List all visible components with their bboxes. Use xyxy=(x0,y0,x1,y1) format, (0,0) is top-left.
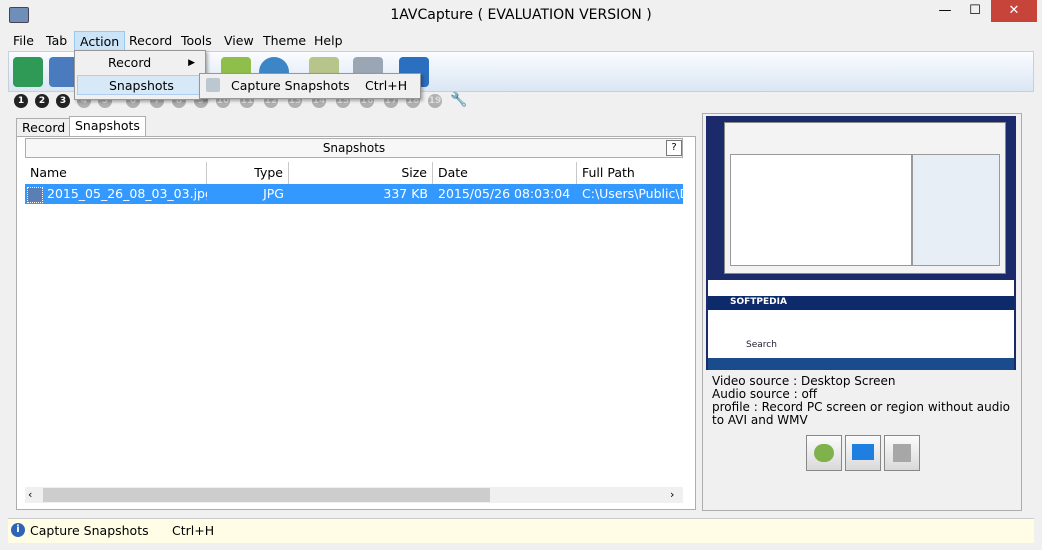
profile-line-2: to AVI and WMV xyxy=(712,413,808,427)
minimize-button[interactable]: — xyxy=(930,0,960,22)
dropdown-snapshots[interactable]: Snapshots xyxy=(77,75,201,95)
status-bar xyxy=(8,518,1034,543)
grid-header: Name Type Size Date Full Path xyxy=(25,162,683,185)
grid-help-button[interactable]: ? xyxy=(666,140,682,156)
stamp-icon[interactable] xyxy=(884,435,920,471)
image-file-icon xyxy=(27,187,43,203)
status-text: Capture Snapshots xyxy=(30,523,149,538)
preset-2[interactable]: 2 xyxy=(35,94,49,108)
menu-theme[interactable]: Theme xyxy=(258,31,311,51)
preset-3[interactable]: 3 xyxy=(56,94,70,108)
menu-tab[interactable]: Tab xyxy=(41,31,72,51)
tab-record[interactable]: Record xyxy=(16,118,72,137)
submenu-arrow-icon: ▶ xyxy=(188,58,195,68)
col-name[interactable]: Name xyxy=(25,162,207,184)
window-title: 1AVCapture ( EVALUATION VERSION ) xyxy=(390,7,652,23)
col-size[interactable]: Size xyxy=(289,162,433,184)
preset-19[interactable]: 19 xyxy=(428,94,442,108)
row-type: JPG xyxy=(263,186,284,201)
menu-file[interactable]: File xyxy=(8,31,39,51)
snapshot-preview-image: SOFTPEDIA Search xyxy=(706,116,1016,370)
menu-action[interactable]: Action xyxy=(74,31,126,51)
capture-snapshots-item[interactable]: Capture Snapshots xyxy=(231,78,350,93)
col-full-path[interactable]: Full Path xyxy=(577,162,683,184)
preview-brand: SOFTPEDIA xyxy=(730,297,787,307)
row-size: 337 KB xyxy=(383,186,428,201)
maximize-button[interactable]: ☐ xyxy=(960,0,990,22)
menu-tools[interactable]: Tools xyxy=(176,31,217,51)
row-path: C:\Users\Public\D xyxy=(582,186,683,201)
scroll-right-icon[interactable]: › xyxy=(670,488,674,501)
row-date: 2015/05/26 08:03:04 xyxy=(438,186,571,201)
menu-record[interactable]: Record xyxy=(124,31,177,51)
scroll-left-icon[interactable]: ‹ xyxy=(28,488,32,501)
capture-icon xyxy=(206,78,220,92)
menu-bar: File Tab Action Record Tools View Theme … xyxy=(8,31,1034,51)
capture-shortcut: Ctrl+H xyxy=(365,78,408,93)
menu-help[interactable]: Help xyxy=(309,31,348,51)
screens-icon[interactable] xyxy=(845,435,881,471)
col-type[interactable]: Type xyxy=(207,162,289,184)
menu-view[interactable]: View xyxy=(219,31,259,51)
close-button[interactable]: ✕ xyxy=(991,0,1037,22)
wrench-icon[interactable]: 🔧 xyxy=(450,92,467,108)
dropdown-record-label: Record xyxy=(108,55,152,70)
status-shortcut: Ctrl+H xyxy=(172,523,215,538)
camera-icon[interactable] xyxy=(806,435,842,471)
col-date[interactable]: Date xyxy=(433,162,577,184)
grid-caption: Snapshots xyxy=(25,138,683,158)
record-tool-icon[interactable] xyxy=(13,57,43,87)
info-icon: i xyxy=(11,523,25,537)
dropdown-record[interactable]: Record ▶ xyxy=(77,53,201,73)
table-row[interactable]: 2015_05_26_08_03_03.jpg JPG 337 KB 2015/… xyxy=(25,184,683,204)
snapshots-submenu: Capture Snapshots Ctrl+H xyxy=(199,73,421,99)
preset-1[interactable]: 1 xyxy=(14,94,28,108)
action-dropdown: Record ▶ Snapshots xyxy=(74,50,206,100)
scrollbar-thumb[interactable] xyxy=(43,488,490,502)
preview-search: Search xyxy=(746,340,777,350)
row-name: 2015_05_26_08_03_03.jpg xyxy=(47,186,207,201)
title-bar: 1AVCapture ( EVALUATION VERSION ) — ☐ ✕ xyxy=(0,0,1042,31)
tab-snapshots[interactable]: Snapshots xyxy=(69,116,146,138)
